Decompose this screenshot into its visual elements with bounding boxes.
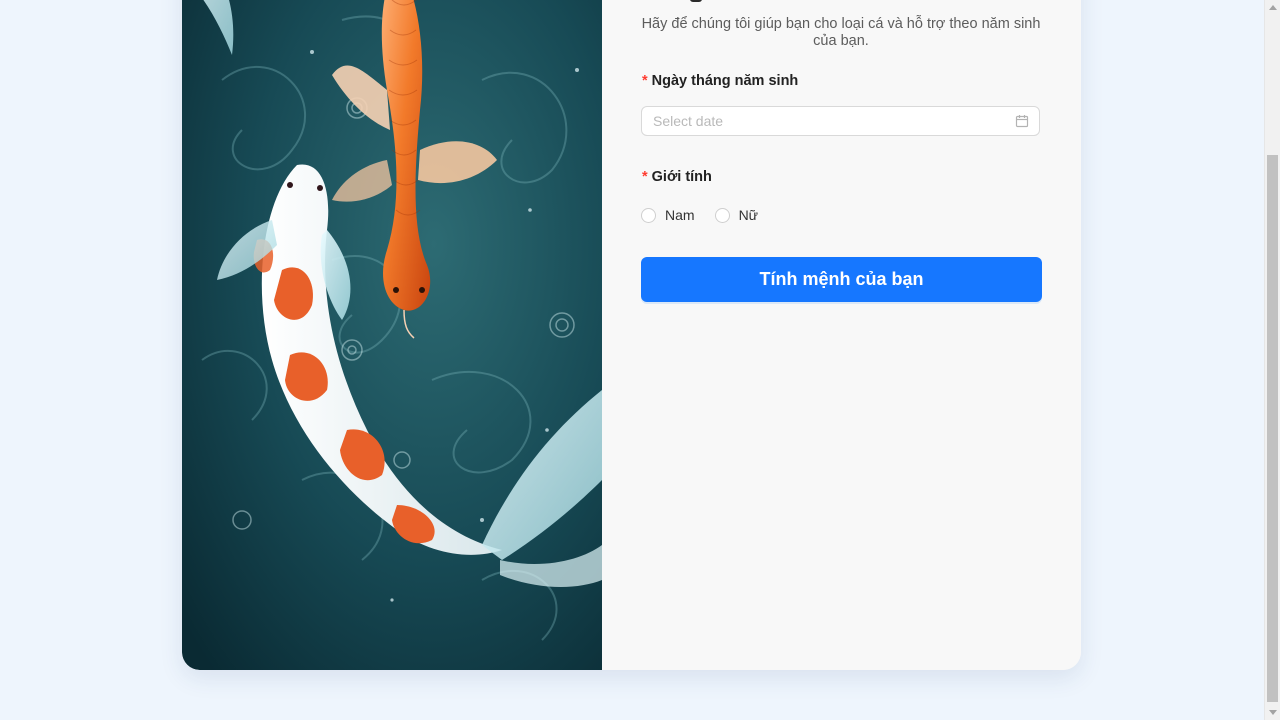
- calculate-destiny-button[interactable]: Tính mệnh của bạn: [641, 257, 1042, 302]
- page: Hãy để chúng tôi giúp bạn cho loại cá và…: [0, 0, 1280, 720]
- gender-option-nam-label: Nam: [665, 207, 695, 223]
- koi-fish-illustration: [182, 0, 602, 670]
- dob-label-text: Ngày tháng năm sinh: [651, 73, 799, 89]
- required-asterisk: *: [642, 73, 648, 89]
- fortune-form-pane: [602, 0, 1081, 670]
- gender-label-text: Giới tính: [651, 169, 712, 185]
- gender-label: * Giới tính: [642, 169, 712, 185]
- gender-option-nu[interactable]: Nữ: [714, 207, 759, 223]
- form-subtitle: Hãy để chúng tôi giúp bạn cho loại cá và…: [641, 16, 1041, 49]
- fortune-card: [182, 0, 1081, 670]
- radio-button-nam[interactable]: [641, 207, 656, 223]
- dob-label: * Ngày tháng năm sinh: [642, 73, 798, 89]
- page-title-fragment: [690, 0, 702, 2]
- dob-date-picker[interactable]: [641, 106, 1040, 136]
- required-asterisk: *: [642, 169, 648, 185]
- scroll-up-icon[interactable]: [1269, 5, 1277, 10]
- radio-button-nu[interactable]: [714, 207, 730, 223]
- vertical-scrollbar[interactable]: [1264, 0, 1280, 720]
- scrollbar-thumb[interactable]: [1267, 155, 1278, 702]
- gender-option-nu-label: Nữ: [738, 207, 759, 223]
- gender-radio-group: Nam Nữ: [641, 207, 758, 223]
- calendar-icon[interactable]: [1015, 114, 1029, 128]
- gender-option-nam[interactable]: Nam: [641, 207, 695, 223]
- dob-input[interactable]: [653, 113, 1015, 129]
- scroll-down-icon[interactable]: [1269, 710, 1277, 715]
